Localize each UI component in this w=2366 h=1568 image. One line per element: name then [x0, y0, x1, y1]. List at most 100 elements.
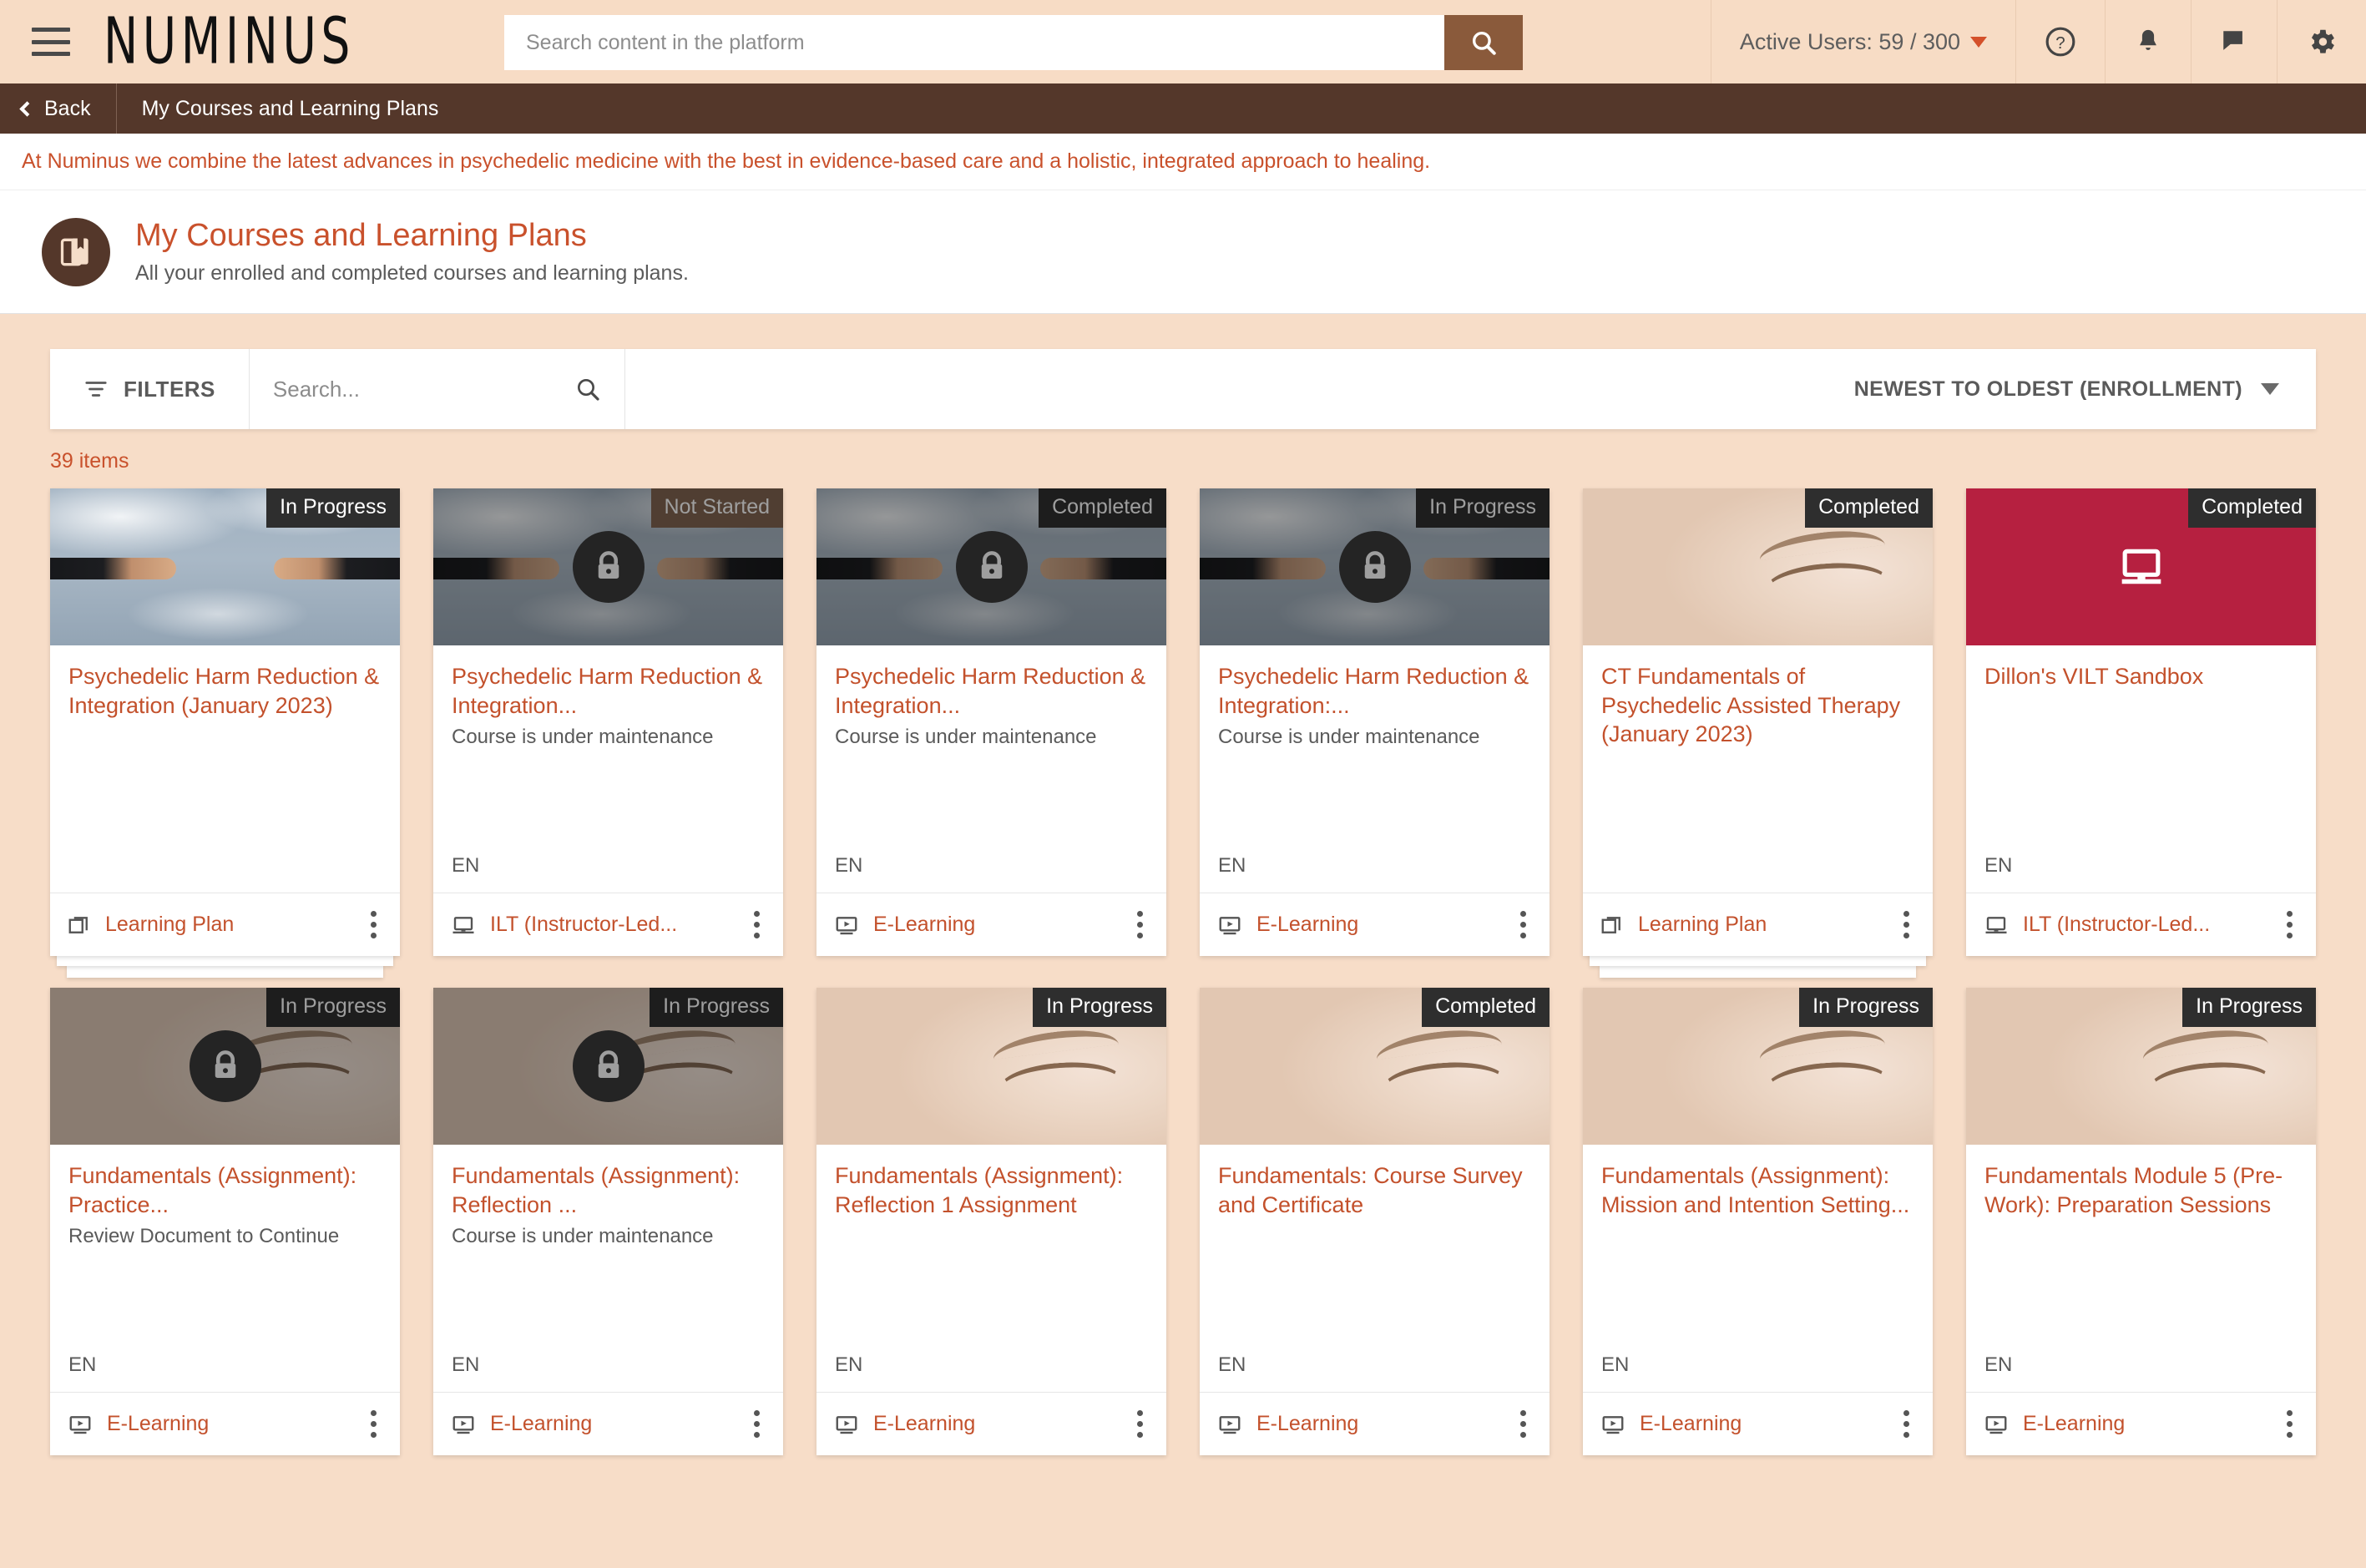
- back-button[interactable]: Back: [0, 83, 116, 134]
- course-card-surface[interactable]: In Progress Psychedelic Harm Reduction & …: [1200, 488, 1550, 956]
- locked-indicator: [572, 1030, 645, 1102]
- course-title[interactable]: Psychedelic Harm Reduction & Integration…: [68, 662, 382, 720]
- course-language: EN: [68, 1353, 97, 1376]
- course-language: EN: [1984, 1353, 2013, 1376]
- elearning-icon: [1219, 916, 1241, 934]
- course-title[interactable]: Psychedelic Harm Reduction & Integration…: [1218, 662, 1531, 720]
- status-badge: In Progress: [1416, 488, 1550, 528]
- back-label: Back: [44, 96, 91, 120]
- course-card-surface[interactable]: In Progress Fundamentals (Assignment): Mi…: [1583, 988, 1933, 1455]
- course-card-body: Fundamentals (Assignment): Mission and I…: [1583, 1145, 1933, 1392]
- course-thumbnail: In Progress: [1200, 488, 1550, 645]
- elearning-icon: [452, 1415, 474, 1434]
- course-language: EN: [1218, 854, 1246, 877]
- course-options-button[interactable]: [2280, 906, 2299, 943]
- course-card[interactable]: In Progress Fundamentals (Assignment): Re…: [433, 988, 783, 1455]
- course-language: EN: [1984, 854, 2013, 877]
- filters-button[interactable]: FILTERS: [50, 349, 250, 429]
- course-card-footer: E-Learning: [433, 1392, 783, 1455]
- search-icon[interactable]: [574, 376, 601, 402]
- course-card-surface[interactable]: In Progress Psychedelic Harm Reduction & …: [50, 488, 400, 956]
- courses-icon: [42, 217, 110, 286]
- course-options-button[interactable]: [1897, 1405, 1916, 1443]
- messages-button[interactable]: [2191, 0, 2277, 83]
- course-thumbnail: Completed: [1966, 488, 2316, 645]
- course-language: [1601, 878, 1914, 893]
- course-title[interactable]: Fundamentals Module 5 (Pre-Work): Prepar…: [1984, 1161, 2298, 1219]
- course-card-surface[interactable]: Completed Fundamentals: Course Survey and…: [1200, 988, 1550, 1455]
- course-card[interactable]: In Progress Fundamentals (Assignment): Re…: [816, 988, 1166, 1455]
- course-language: [68, 878, 382, 893]
- course-options-button[interactable]: [1514, 1405, 1533, 1443]
- breadcrumb: Back My Courses and Learning Plans: [0, 83, 2366, 134]
- brand-logo: NUMINUS: [104, 4, 355, 79]
- status-badge: Completed: [1805, 488, 1933, 528]
- course-card-surface[interactable]: Completed Dillon's VILT Sandbox EN ILT (Ins…: [1966, 488, 2316, 956]
- page-header: My Courses and Learning Plans All your e…: [0, 190, 2366, 314]
- course-card-surface[interactable]: Completed Psychedelic Harm Reduction & In…: [816, 488, 1166, 956]
- course-title[interactable]: Fundamentals (Assignment): Practice...: [68, 1161, 382, 1219]
- list-search-input[interactable]: [272, 376, 574, 402]
- course-card[interactable]: Completed Psychedelic Harm Reduction & In…: [816, 488, 1166, 956]
- course-card-footer: E-Learning: [50, 1392, 400, 1455]
- course-card[interactable]: Not Started Psychedelic Harm Reduction & …: [433, 488, 783, 956]
- course-card-surface[interactable]: In Progress Fundamentals (Assignment): Re…: [816, 988, 1166, 1455]
- course-thumbnail: In Progress: [50, 488, 400, 645]
- notifications-button[interactable]: [2105, 0, 2191, 83]
- course-title[interactable]: Psychedelic Harm Reduction & Integration…: [835, 662, 1148, 720]
- course-options-button[interactable]: [747, 1405, 766, 1443]
- course-card-body: Fundamentals (Assignment): Reflection ..…: [433, 1145, 783, 1392]
- course-card[interactable]: In Progress Fundamentals Module 5 (Pre-Wo…: [1966, 988, 2316, 1455]
- status-badge: In Progress: [266, 488, 400, 528]
- active-users-dropdown[interactable]: Active Users: 59 / 300: [1710, 0, 2015, 83]
- course-card[interactable]: In Progress Fundamentals (Assignment): Pr…: [50, 988, 400, 1455]
- course-language: EN: [1601, 1353, 1630, 1376]
- status-badge: In Progress: [2182, 988, 2316, 1027]
- course-options-button[interactable]: [1130, 1405, 1150, 1443]
- course-card[interactable]: Completed CT Fundamentals of Psychedelic …: [1583, 488, 1933, 978]
- help-button[interactable]: ?: [2015, 0, 2105, 83]
- course-thumbnail: In Progress: [50, 988, 400, 1145]
- course-card[interactable]: In Progress Psychedelic Harm Reduction & …: [1200, 488, 1550, 956]
- course-card-surface[interactable]: In Progress Fundamentals (Assignment): Re…: [433, 988, 783, 1455]
- page-title: My Courses and Learning Plans: [135, 218, 587, 254]
- settings-button[interactable]: [2277, 0, 2366, 83]
- course-options-button[interactable]: [2280, 1405, 2299, 1443]
- global-search-button[interactable]: [1444, 15, 1523, 70]
- course-card[interactable]: In Progress Psychedelic Harm Reduction & …: [50, 488, 400, 978]
- course-card-surface[interactable]: In Progress Fundamentals (Assignment): Pr…: [50, 988, 400, 1455]
- course-card-footer: E-Learning: [1583, 1392, 1933, 1455]
- course-card[interactable]: Completed Dillon's VILT Sandbox EN ILT (Ins…: [1966, 488, 2316, 956]
- course-card-body: Fundamentals (Assignment): Reflection 1 …: [816, 1145, 1166, 1392]
- course-card-footer: ILT (Instructor-Led...: [433, 893, 783, 956]
- lock-icon: [598, 1050, 619, 1078]
- elearning-icon: [836, 1415, 857, 1434]
- course-card-surface[interactable]: Completed CT Fundamentals of Psychedelic …: [1583, 488, 1933, 956]
- course-options-button[interactable]: [1897, 906, 1916, 943]
- global-search-input[interactable]: [504, 15, 1444, 70]
- course-options-button[interactable]: [1514, 906, 1533, 943]
- book-stack-icon: [60, 238, 88, 266]
- course-title[interactable]: Dillon's VILT Sandbox: [1984, 662, 2298, 691]
- course-title[interactable]: Fundamentals (Assignment): Mission and I…: [1601, 1161, 1914, 1219]
- course-type-label: E-Learning: [2023, 1412, 2126, 1435]
- course-options-button[interactable]: [364, 906, 383, 943]
- course-subtitle: Course is under maintenance: [452, 1225, 714, 1248]
- course-language: EN: [452, 854, 480, 877]
- course-card-surface[interactable]: In Progress Fundamentals Module 5 (Pre-Wo…: [1966, 988, 2316, 1455]
- course-title[interactable]: Fundamentals (Assignment): Reflection ..…: [452, 1161, 765, 1219]
- course-card-surface[interactable]: Not Started Psychedelic Harm Reduction & …: [433, 488, 783, 956]
- course-title[interactable]: Fundamentals (Assignment): Reflection 1 …: [835, 1161, 1148, 1219]
- hamburger-icon[interactable]: [32, 28, 70, 56]
- course-title[interactable]: Fundamentals: Course Survey and Certific…: [1218, 1161, 1531, 1219]
- course-options-button[interactable]: [1130, 906, 1150, 943]
- course-options-button[interactable]: [364, 1405, 383, 1443]
- sort-dropdown[interactable]: NEWEST TO OLDEST (ENROLLMENT): [1854, 349, 2316, 429]
- course-title[interactable]: CT Fundamentals of Psychedelic Assisted …: [1601, 662, 1914, 749]
- course-options-button[interactable]: [747, 906, 766, 943]
- course-card[interactable]: Completed Fundamentals: Course Survey and…: [1200, 988, 1550, 1455]
- course-card[interactable]: In Progress Fundamentals (Assignment): Mi…: [1583, 988, 1933, 1455]
- course-title[interactable]: Psychedelic Harm Reduction & Integration…: [452, 662, 765, 720]
- locked-indicator: [955, 531, 1028, 603]
- course-thumbnail: Completed: [1583, 488, 1933, 645]
